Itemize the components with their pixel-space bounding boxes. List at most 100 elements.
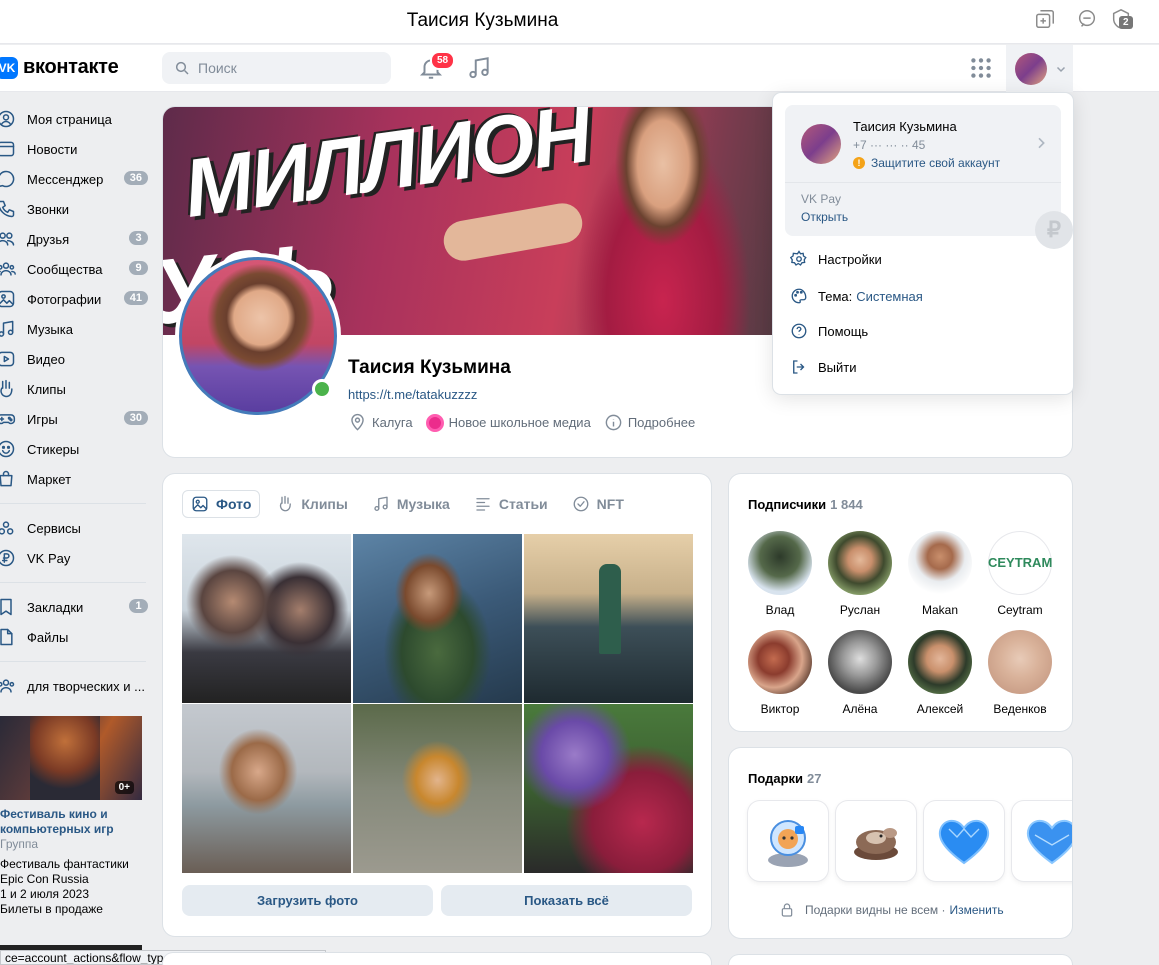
upload-photo-button[interactable]: Загрузить фото	[182, 885, 433, 916]
subscriber[interactable]: Алексей	[908, 630, 972, 716]
warning-icon: !	[853, 157, 865, 169]
sidebar-item[interactable]: Видео	[0, 344, 150, 374]
help-menu-item[interactable]: Помощь	[790, 322, 868, 340]
sidebar-item[interactable]: Музыка	[0, 314, 150, 344]
music-icon[interactable]	[466, 55, 492, 81]
profile-menu-button[interactable]	[1006, 45, 1073, 92]
settings-menu-item[interactable]: Настройки	[790, 250, 882, 268]
profile-avatar[interactable]	[175, 253, 341, 419]
search-input[interactable]	[198, 60, 368, 76]
tab-photo[interactable]: Фото	[182, 490, 261, 518]
stickers-icon	[0, 439, 16, 459]
subscribers-title[interactable]: Подписчики 1 844	[748, 497, 863, 512]
sidebar-item-label: Клипы	[27, 381, 66, 397]
gift-item[interactable]	[1012, 801, 1072, 881]
sidebar-item[interactable]: Маркет	[0, 464, 150, 494]
sidebar-item[interactable]: VK Pay	[0, 543, 150, 573]
sidebar-item-count: 41	[123, 291, 148, 305]
sidebar-item-label: Файлы	[27, 629, 69, 645]
photo-thumbnail[interactable]	[353, 704, 522, 873]
profile-link[interactable]: https://t.me/tatakuzzzz	[348, 387, 477, 402]
photo-thumbnail[interactable]	[524, 704, 693, 873]
subscriber[interactable]: Влад	[748, 531, 812, 617]
games-icon	[0, 409, 16, 429]
add-tab-icon[interactable]	[1034, 8, 1056, 30]
show-all-button[interactable]: Показать всё	[441, 885, 692, 916]
protect-account-link[interactable]: ! Защитите свой аккаунт	[853, 156, 1000, 170]
avatar	[1015, 52, 1047, 85]
account-block[interactable]: Таисия Кузьмина +7 ··· ··· ·· 45 ! Защит…	[785, 105, 1073, 249]
gift-item[interactable]	[836, 801, 916, 881]
logout-menu-item[interactable]: Выйти	[790, 358, 857, 376]
nft-icon	[572, 495, 597, 513]
tab-nft[interactable]: NFT	[564, 490, 632, 518]
tab-articles[interactable]: Статьи	[466, 490, 556, 518]
search-box[interactable]	[162, 52, 391, 84]
shield-badge: 2	[1119, 16, 1133, 29]
photo-thumbnail[interactable]	[182, 534, 351, 703]
subscriber-name: Влад	[765, 603, 795, 617]
sidebar-item[interactable]: Звонки	[0, 194, 150, 224]
sidebar-item[interactable]: Мессенджер 36	[0, 164, 150, 194]
sidebar-item[interactable]: для творческих и ...	[0, 671, 150, 701]
change-visibility-link[interactable]: Изменить	[949, 903, 1003, 917]
protect-account-label: Защитите свой аккаунт	[871, 156, 1001, 170]
sidebar-item[interactable]: Моя страница	[0, 104, 150, 134]
subscriber[interactable]: Makan	[908, 531, 972, 617]
subscriber[interactable]: Алёна	[828, 630, 892, 716]
music-icon	[372, 495, 397, 513]
tab-label: Фото	[216, 496, 252, 512]
subscriber[interactable]: Руслан	[828, 531, 892, 617]
subscriber[interactable]: Виктор	[748, 630, 812, 716]
subscriber-name: Makan	[921, 603, 959, 617]
promo-title[interactable]: Фестиваль кино и компьютерных игр	[0, 807, 142, 837]
file-icon	[0, 627, 16, 647]
vk-logo[interactable]: VK вконтакте	[0, 56, 119, 79]
profile-city[interactable]: Калуга	[348, 413, 413, 432]
vk-pay-open-link[interactable]: Открыть	[801, 210, 848, 224]
sidebar-item[interactable]: Стикеры	[0, 434, 150, 464]
profile-school[interactable]: Новое школьное медиа	[425, 413, 591, 432]
gifts-title[interactable]: Подарки 27	[748, 771, 822, 786]
promo-image[interactable]: 0+	[0, 716, 142, 800]
profile-meta: Калуга Новое школьное медиа Подробнее	[348, 413, 708, 432]
subscriber-name: Виктор	[760, 702, 800, 716]
gift-item[interactable]	[748, 801, 828, 881]
sidebar-item[interactable]: Фотографии 41	[0, 284, 150, 314]
tab-music[interactable]: Музыка	[364, 490, 458, 518]
sidebar-item-label: Друзья	[27, 231, 70, 247]
subscriber[interactable]: Веденков	[988, 630, 1052, 716]
chat-icon[interactable]	[1076, 8, 1098, 30]
vk-pay-label: VK Pay	[801, 192, 842, 206]
photo-thumbnail[interactable]	[182, 704, 351, 873]
music-icon	[0, 319, 16, 339]
sidebar-item[interactable]: Клипы	[0, 374, 150, 404]
sidebar-item-count: 9	[129, 261, 148, 275]
logout-label: Выйти	[818, 359, 857, 375]
photo-thumbnail[interactable]	[524, 534, 693, 703]
sidebar-item[interactable]: Сервисы	[0, 513, 150, 543]
sidebar-item-label: Музыка	[27, 321, 73, 337]
subscriber-name: Ceytram	[997, 603, 1043, 617]
profile-more[interactable]: Подробнее	[604, 413, 695, 432]
promo-block[interactable]: 0+ Фестиваль кино и компьютерных игр Гру…	[0, 716, 142, 917]
sidebar-item[interactable]: Закладки 1	[0, 592, 150, 622]
sidebar-item[interactable]: Друзья 3	[0, 224, 150, 254]
news-icon	[0, 139, 16, 159]
window-title: Таисия Кузьмина	[406, 10, 559, 31]
sidebar-divider	[0, 503, 146, 504]
sidebar-item[interactable]: Файлы	[0, 622, 150, 652]
theme-menu-item[interactable]: Тема: Системная	[790, 287, 923, 305]
sidebar-item-label: Сообщества	[27, 261, 103, 277]
apps-grid-icon[interactable]	[968, 55, 994, 81]
subscriber[interactable]: CEYTRAM Ceytram	[988, 531, 1052, 617]
photo-thumbnail[interactable]	[353, 534, 522, 703]
tab-clips[interactable]: Клипы	[268, 490, 355, 518]
sidebar-item[interactable]: Игры 30	[0, 404, 150, 434]
avatar	[748, 630, 812, 694]
sidebar-item[interactable]: Новости	[0, 134, 150, 164]
sidebar-item[interactable]: Сообщества 9	[0, 254, 150, 284]
gift-item[interactable]	[924, 801, 1004, 881]
promo-subtitle: Группа	[0, 837, 39, 851]
sidebar-item-label: Сервисы	[27, 520, 81, 536]
